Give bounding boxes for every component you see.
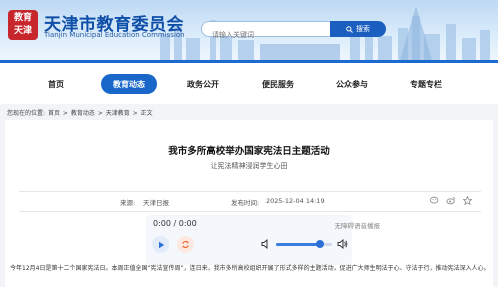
source-value: 天津日报 bbox=[143, 199, 169, 207]
main-nav: 首页 教育动态 政务公开 便民服务 公众参与 专题专栏 bbox=[0, 60, 498, 104]
nav-item-public-services[interactable]: 便民服务 bbox=[250, 74, 306, 94]
search-box bbox=[201, 21, 331, 42]
nav-item-special-topics[interactable]: 专题专栏 bbox=[398, 74, 454, 94]
nav-item-government-affairs[interactable]: 政务公开 bbox=[175, 74, 231, 94]
source-label: 来源: bbox=[120, 199, 136, 207]
divider bbox=[19, 211, 481, 212]
divider bbox=[19, 191, 481, 192]
breadcrumb-item-home[interactable]: 首页 bbox=[48, 110, 60, 117]
logo[interactable]: 教育 天津 bbox=[8, 10, 38, 40]
volume-fill bbox=[276, 243, 320, 246]
nav-item-public-participation[interactable]: 公众参与 bbox=[324, 74, 380, 94]
site-subtitle: Tianjin Municipal Education Commission bbox=[44, 31, 185, 39]
wechat-icon[interactable] bbox=[429, 194, 441, 206]
qzone-icon[interactable] bbox=[461, 194, 473, 206]
breadcrumb-separator: > bbox=[132, 110, 138, 117]
article-body: 今年12月4日是第十二个国家宪法日。本周正值全国“宪法宣传周”，连日来，我市多所… bbox=[10, 265, 490, 272]
nav-item-education-news[interactable]: 教育动态 bbox=[101, 74, 157, 94]
breadcrumb-item-education-news[interactable]: 教育动态 bbox=[71, 110, 95, 117]
volume-thumb[interactable] bbox=[315, 240, 324, 248]
date-value: 2025-12-04 14:19 bbox=[266, 197, 325, 205]
breadcrumb: 您现在的位置: 首页 > 教育动态 > 天津教育 > 正文 bbox=[7, 108, 154, 117]
date-label: 发布时间: bbox=[231, 199, 260, 207]
play-icon bbox=[158, 241, 164, 248]
breadcrumb-separator: > bbox=[62, 110, 68, 117]
tts-label[interactable]: 无障碍语音播报 bbox=[160, 220, 381, 230]
article-meta: 来源: 天津日报 发布时间: 2025-12-04 14:19 bbox=[5, 191, 493, 212]
search-input[interactable] bbox=[202, 28, 330, 42]
site-header: 教育 天津 天津市教育委员会 Tianjin Municipal Educatio… bbox=[0, 0, 498, 60]
search-icon bbox=[346, 25, 353, 33]
breadcrumb-separator: > bbox=[97, 110, 103, 117]
article-subtitle: 让宪法精神浸润学生心田 bbox=[210, 162, 288, 170]
volume-high-icon[interactable] bbox=[337, 239, 348, 249]
search-button[interactable]: 搜索 bbox=[330, 21, 386, 37]
volume-slider[interactable] bbox=[276, 240, 332, 248]
weibo-icon[interactable] bbox=[445, 194, 457, 206]
play-button[interactable] bbox=[152, 236, 169, 253]
search-button-label: 搜索 bbox=[356, 25, 370, 33]
loop-icon bbox=[182, 240, 189, 249]
loop-button[interactable] bbox=[177, 236, 194, 253]
breadcrumb-item-tianjin-education[interactable]: 天津教育 bbox=[106, 110, 130, 117]
article-title: 我市多所高校举办国家宪法日主题活动 bbox=[168, 146, 330, 157]
breadcrumb-prefix: 您现在的位置: bbox=[7, 110, 46, 117]
volume-low-icon[interactable] bbox=[261, 239, 271, 249]
nav-item-home[interactable]: 首页 bbox=[28, 74, 84, 94]
breadcrumb-item-current: 正文 bbox=[140, 110, 153, 117]
